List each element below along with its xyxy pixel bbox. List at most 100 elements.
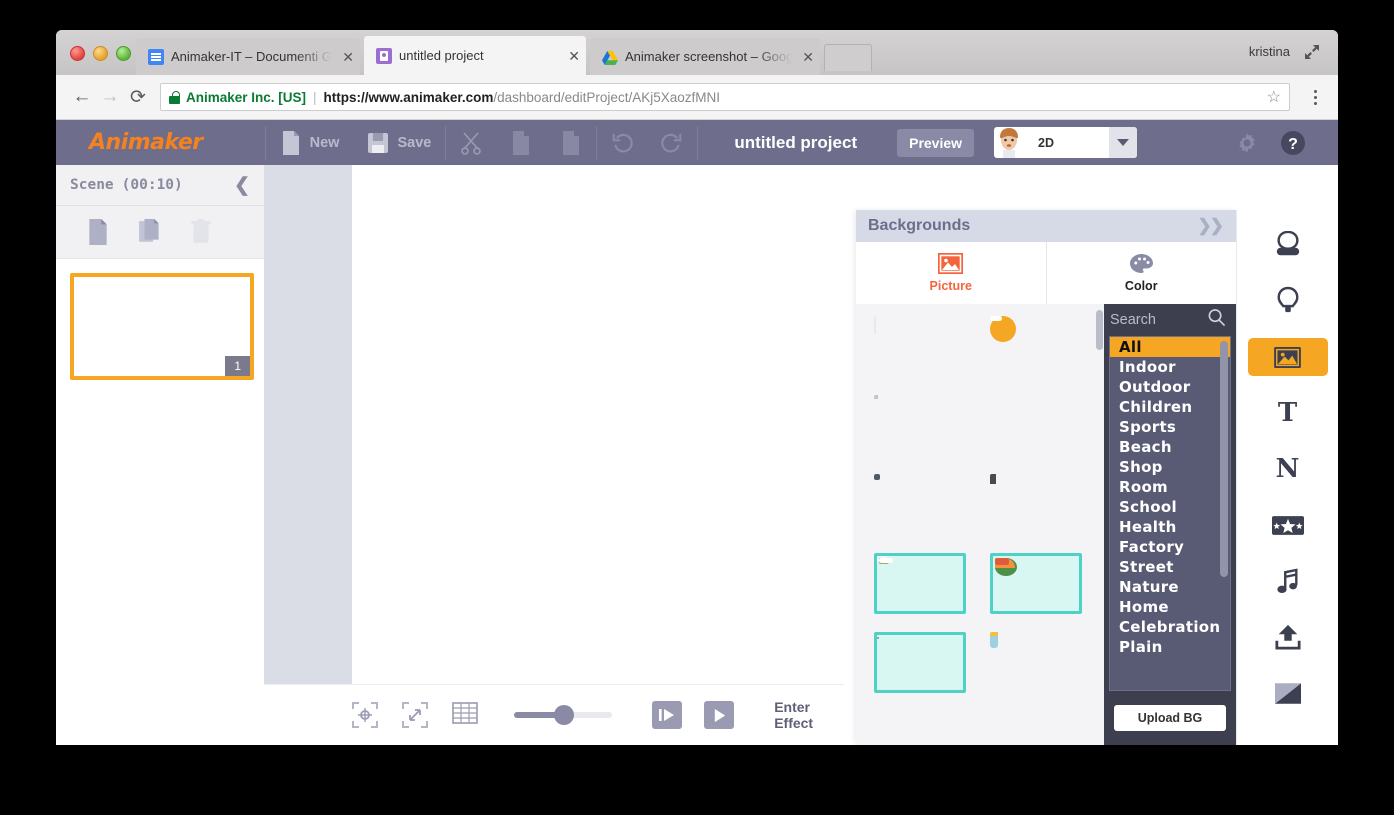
category-list[interactable]: All Indoor Outdoor Children Sports Beach… — [1109, 336, 1231, 691]
upload-bg-button[interactable]: Upload BG — [1114, 705, 1226, 731]
transition-icon[interactable] — [1248, 674, 1328, 712]
category-item-sports[interactable]: Sports — [1110, 417, 1230, 437]
zoom-slider[interactable] — [514, 705, 612, 725]
category-scrollbar[interactable] — [1220, 341, 1228, 577]
category-item-home[interactable]: Home — [1110, 597, 1230, 617]
kebab-menu-icon[interactable] — [1304, 89, 1326, 105]
effects-star-icon[interactable] — [1248, 506, 1328, 544]
bg-thumb-office-whiteboard[interactable] — [874, 395, 966, 456]
copy-button[interactable] — [496, 120, 546, 165]
tab-color[interactable]: Color — [1047, 242, 1237, 304]
zoom-slider-handle[interactable] — [554, 705, 574, 725]
browser-profile-name[interactable]: kristina — [1249, 44, 1290, 59]
category-item-shop[interactable]: Shop — [1110, 457, 1230, 477]
close-tab-icon[interactable]: ✕ — [792, 50, 814, 64]
grid-icon[interactable] — [452, 702, 478, 728]
bg-thumb-partial-row-right[interactable] — [990, 711, 1082, 731]
play-from-start-button[interactable] — [651, 701, 682, 729]
bg-thumb-airport-lounge[interactable] — [874, 632, 966, 693]
window-controls[interactable] — [70, 46, 131, 61]
chevron-double-right-icon[interactable]: ❯❯ — [1198, 216, 1224, 236]
category-item-factory[interactable]: Factory — [1110, 537, 1230, 557]
scene-thumbnail[interactable]: 1 — [70, 273, 254, 380]
background-image-icon[interactable] — [1247, 338, 1328, 376]
background-thumbnail-grid[interactable] — [856, 304, 1104, 745]
category-item-outdoor[interactable]: Outdoor — [1110, 377, 1230, 397]
url-input[interactable]: Animaker Inc. [US] | https:// www.animak… — [160, 83, 1290, 111]
enter-effect-label[interactable]: Enter Effect — [774, 699, 844, 731]
chevron-left-icon[interactable]: ❮ — [234, 174, 250, 197]
character-mode-select[interactable]: 2D — [994, 127, 1138, 158]
category-item-children[interactable]: Children — [1110, 397, 1230, 417]
category-item-plain[interactable]: Plain — [1110, 637, 1230, 657]
app-logo[interactable]: Animaker — [89, 130, 203, 155]
new-tab-button[interactable] — [824, 44, 872, 71]
back-arrow-icon[interactable]: ← — [68, 83, 96, 111]
browser-tab-2[interactable]: Animaker screenshot – Google ✕ — [590, 38, 820, 75]
bg-thumb-partial-row-left[interactable] — [874, 711, 966, 731]
grid-scrollbar[interactable] — [1096, 310, 1103, 350]
reload-icon[interactable]: ⟳ — [124, 83, 152, 111]
duplicate-scene-icon[interactable] — [138, 219, 162, 245]
category-item-school[interactable]: School — [1110, 497, 1230, 517]
bookmark-star-icon[interactable]: ☆ — [1267, 87, 1281, 107]
upload-icon[interactable] — [1248, 618, 1328, 656]
save-button[interactable]: Save — [353, 120, 445, 165]
bg-thumb-restaurant-interior[interactable] — [990, 474, 1082, 535]
close-window-button[interactable] — [70, 46, 85, 61]
paste-button[interactable] — [546, 120, 596, 165]
panel-title: Backgrounds — [868, 217, 971, 234]
bg-thumb-city-skyline[interactable] — [990, 395, 1082, 456]
tab-picture[interactable]: Picture — [856, 242, 1047, 304]
add-scene-icon[interactable] — [86, 219, 110, 245]
delete-scene-icon[interactable] — [190, 219, 214, 245]
bg-thumb-blank-white[interactable] — [874, 316, 966, 377]
undo-button[interactable] — [597, 120, 647, 165]
category-item-all[interactable]: All — [1110, 337, 1230, 357]
category-item-celebration[interactable]: Celebration — [1110, 617, 1230, 637]
search-input[interactable]: Search — [1104, 304, 1236, 336]
bg-thumb-classroom-screen[interactable] — [874, 474, 966, 535]
search-icon[interactable] — [1207, 308, 1226, 332]
bg-thumb-airplane-cabin[interactable] — [990, 632, 1082, 693]
cut-button[interactable] — [446, 120, 496, 165]
help-question-icon[interactable]: ? — [1280, 130, 1306, 156]
fullscreen-icon[interactable] — [1304, 44, 1320, 60]
scene-number: 1 — [225, 356, 250, 376]
fit-to-screen-icon[interactable] — [402, 702, 428, 728]
url-scheme: https:// — [323, 89, 369, 105]
browser-window: Animaker-IT – Documenti Go ✕ untitled pr… — [56, 30, 1338, 745]
bg-thumb-seaside-shore[interactable] — [874, 553, 966, 614]
new-button[interactable]: New — [266, 120, 354, 165]
category-item-indoor[interactable]: Indoor — [1110, 357, 1230, 377]
category-item-beach[interactable]: Beach — [1110, 437, 1230, 457]
redo-button[interactable] — [647, 120, 697, 165]
category-item-room[interactable]: Room — [1110, 477, 1230, 497]
gear-icon[interactable] — [1234, 130, 1260, 156]
play-button[interactable] — [703, 701, 735, 729]
copy-icon — [513, 130, 530, 155]
canvas-stage[interactable] — [352, 165, 844, 685]
text-icon[interactable]: T — [1248, 394, 1328, 432]
chevron-down-icon[interactable] — [1109, 127, 1138, 158]
character-icon[interactable] — [1248, 226, 1328, 264]
browser-tab-1[interactable]: untitled project ✕ — [364, 36, 586, 75]
minimize-window-button[interactable] — [93, 46, 108, 61]
google-drive-icon — [602, 49, 618, 65]
maximize-window-button[interactable] — [116, 46, 131, 61]
project-title[interactable]: untitled project — [734, 133, 857, 153]
bg-thumb-beach-sunset[interactable] — [990, 316, 1082, 377]
music-note-icon[interactable] — [1248, 562, 1328, 600]
close-tab-icon[interactable]: ✕ — [558, 49, 580, 63]
browser-tab-0[interactable]: Animaker-IT – Documenti Go ✕ — [136, 38, 360, 75]
number-icon[interactable]: N — [1248, 450, 1328, 488]
preview-button[interactable]: Preview — [897, 128, 975, 157]
category-item-street[interactable]: Street — [1110, 557, 1230, 577]
forward-arrow-icon[interactable]: → — [96, 83, 124, 111]
center-object-icon[interactable] — [352, 702, 378, 728]
category-item-nature[interactable]: Nature — [1110, 577, 1230, 597]
category-item-health[interactable]: Health — [1110, 517, 1230, 537]
close-tab-icon[interactable]: ✕ — [332, 50, 354, 64]
prop-bulb-icon[interactable] — [1248, 282, 1328, 320]
bg-thumb-backyard-pool[interactable] — [990, 553, 1083, 614]
